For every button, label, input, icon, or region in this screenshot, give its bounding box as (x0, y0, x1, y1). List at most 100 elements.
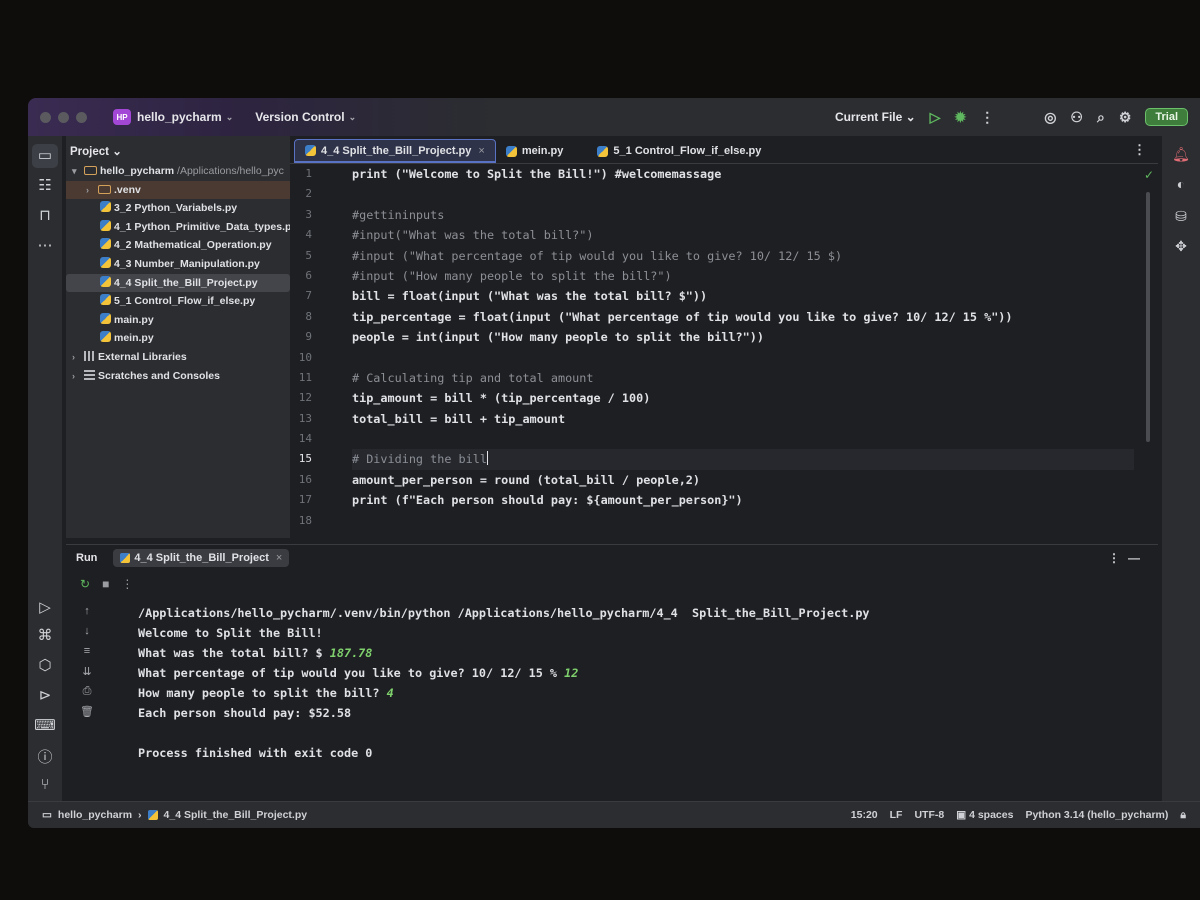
run-panel-options-icon[interactable]: ⋮— (1108, 551, 1148, 565)
line-separator[interactable]: LF (890, 809, 903, 821)
code-line[interactable]: total_bill = bill + tip_amount (352, 409, 1134, 429)
code-line[interactable]: print (f"Each person should pay: ${amoun… (352, 490, 1134, 510)
code-line[interactable] (352, 348, 1134, 368)
code-line[interactable]: # Dividing the bill (352, 449, 1134, 470)
breadcrumb-project[interactable]: hello_pycharm (58, 809, 132, 821)
code-line[interactable]: #input("What was the total bill?") (352, 225, 1134, 245)
tab-mein[interactable]: mein.py (496, 139, 574, 163)
database-icon[interactable]: ⛁ (1162, 208, 1200, 225)
tabs-menu-icon[interactable]: ⋮ (1133, 142, 1146, 158)
tree-item-venv[interactable]: › .venv (66, 180, 290, 200)
python-interpreter[interactable]: Python 3.14 (hello_pycharm) (1025, 809, 1168, 821)
structure-icon[interactable]: ☷ (28, 176, 62, 194)
soft-wrap-icon[interactable]: ≡ (78, 645, 96, 665)
line-number: 10 (298, 350, 312, 364)
tree-file-item-selected[interactable]: 4_4 Split_the_Bill_Project.py (66, 273, 290, 293)
stop-icon[interactable]: ■ (102, 577, 109, 591)
code-line[interactable]: #input ("What percentage of tip would yo… (352, 246, 1134, 266)
tree-file-item[interactable]: 4_1 Python_Primitive_Data_types.py (66, 218, 290, 237)
editor-scrollbar[interactable] (1146, 192, 1150, 442)
tree-file-item[interactable]: mein.py (66, 329, 290, 348)
code-line[interactable] (352, 511, 1134, 531)
notifications-icon[interactable]: 🔔︎ (1162, 146, 1200, 163)
project-switcher[interactable]: hello_pycharm (137, 110, 222, 124)
rerun-icon[interactable]: ↻ (80, 577, 90, 591)
code-line[interactable]: tip_percentage = float(input ("What perc… (352, 307, 1134, 327)
search-icon[interactable]: ⌕ (1097, 109, 1105, 126)
tree-file-item[interactable]: 5_1 Control_Flow_if_else.py (66, 292, 290, 311)
tree-file-item[interactable]: 4_3 Number_Manipulation.py (66, 255, 290, 274)
scroll-down-icon[interactable]: ↓ (78, 625, 96, 645)
expand-arrow-icon[interactable]: ▾ (72, 162, 84, 181)
version-control-menu[interactable]: Version Control (255, 110, 344, 124)
indent-setting[interactable]: ▣ 4 spaces (956, 809, 1013, 821)
scroll-to-end-icon[interactable]: ⇊ (78, 665, 96, 685)
clear-console-icon[interactable]: 🗑︎ (78, 705, 96, 725)
tree-item-label: Scratches and Consoles (98, 369, 220, 382)
add-user-icon[interactable]: ⚇ (1070, 109, 1083, 126)
code-line[interactable]: # Calculating tip and total amount (352, 368, 1134, 388)
tab-split-the-bill[interactable]: 4_4 Split_the_Bill_Project.py × (294, 139, 496, 163)
services-icon[interactable]: ⊳ (28, 686, 62, 704)
breadcrumb-file[interactable]: 4_4 Split_the_Bill_Project.py (164, 809, 308, 821)
more-run-actions-icon[interactable]: ⋮ (121, 577, 133, 591)
code-line[interactable]: amount_per_person = round (total_bill / … (352, 470, 1134, 490)
minimize-window-button[interactable] (58, 111, 69, 123)
terminal-icon[interactable]: ⌨ (28, 716, 62, 734)
code-line[interactable]: people = int(input ("How many people to … (352, 327, 1134, 347)
project-panel-header[interactable]: Project ⌄ (66, 136, 290, 162)
python-console-icon[interactable]: ⬡ (28, 656, 62, 674)
tree-root[interactable]: ▾ hello_pycharm /Applications/hello_pyc (66, 162, 290, 181)
tree-file-item[interactable]: 4_2 Mathematical_Operation.py (66, 236, 290, 255)
console-output[interactable]: /Applications/hello_pycharm/.venv/bin/py… (138, 603, 1138, 763)
trial-button[interactable]: Trial (1145, 108, 1188, 126)
bookmarks-icon[interactable]: ⊓ (28, 206, 62, 224)
tree-file-item[interactable]: main.py (66, 311, 290, 330)
scroll-up-icon[interactable]: ↑ (78, 605, 96, 625)
more-actions-icon[interactable]: ⋮ (980, 109, 994, 126)
ai-chat-icon[interactable]: ◐ (1162, 176, 1200, 192)
project-badge[interactable]: HP (113, 109, 131, 125)
code-text[interactable]: print ("Welcome to Split the Bill!") #we… (352, 164, 1134, 531)
settings-icon[interactable]: ⚙ (1119, 109, 1132, 126)
code-line[interactable]: #input ("How many people to split the bi… (352, 266, 1134, 286)
run-tool-icon[interactable]: ▷ (28, 598, 62, 616)
code-line[interactable] (352, 429, 1134, 449)
tree-item-scratches[interactable]: › Scratches and Consoles (66, 367, 290, 386)
project-folder-icon[interactable]: ▭ (32, 144, 58, 168)
ai-assistant-icon[interactable]: ◎ (1044, 109, 1056, 126)
tree-file-item[interactable]: 3_2 Python_Variabels.py (66, 199, 290, 218)
console-line-bill: What was the total bill? $ 187.78 (138, 643, 1138, 663)
debug-icon[interactable]: ✹ (954, 109, 966, 126)
code-line[interactable]: tip_amount = bill * (tip_percentage / 10… (352, 388, 1134, 408)
close-run-tab-icon[interactable]: × (276, 552, 282, 564)
collapse-arrow-icon[interactable]: › (72, 367, 84, 386)
collapse-arrow-icon[interactable]: › (86, 181, 98, 200)
caret-position[interactable]: 15:20 (851, 809, 878, 821)
git-icon[interactable]: ⑂ (28, 776, 62, 793)
tree-item-external-libraries[interactable]: › External Libraries (66, 348, 290, 367)
tab-control-flow[interactable]: 5_1 Control_Flow_if_else.py (587, 139, 771, 163)
lock-icon[interactable]: 🔒︎ (1180, 809, 1186, 822)
problems-icon[interactable]: ⓘ (28, 746, 62, 767)
tab-label: 4_4 Split_the_Bill_Project.py (321, 144, 472, 157)
code-line[interactable] (352, 184, 1134, 204)
run-tab[interactable]: 4_4 Split_the_Bill_Project × (113, 549, 290, 567)
collapse-arrow-icon[interactable]: › (72, 348, 84, 367)
run-icon[interactable]: ▷ (930, 109, 941, 126)
code-line[interactable]: print ("Welcome to Split the Bill!") #we… (352, 164, 1134, 184)
zoom-window-button[interactable] (76, 111, 87, 123)
print-icon[interactable]: ⎙ (78, 685, 96, 705)
code-line[interactable]: bill = float(input ("What was the total … (352, 286, 1134, 306)
more-tools-icon[interactable]: ⋯ (28, 236, 62, 254)
close-window-button[interactable] (40, 111, 51, 123)
plugins-icon[interactable]: ✥ (1162, 238, 1200, 255)
code-line[interactable]: #gettininputs (352, 205, 1134, 225)
no-problems-check-icon[interactable]: ✓ (1144, 168, 1154, 182)
run-config-selector[interactable]: Current File ⌄ (835, 110, 916, 124)
code-area[interactable]: 1 2 3 4 5 6 7 8 9 10 11 12 13 14 15 16 17 18 print ("Welc… (290, 164, 1158, 536)
python-packages-icon[interactable]: ⌘ (28, 626, 62, 644)
file-encoding[interactable]: UTF-8 (914, 809, 944, 821)
code-line-text: #input ("What percentage of tip would yo… (352, 248, 843, 263)
close-tab-icon[interactable]: × (478, 145, 484, 157)
